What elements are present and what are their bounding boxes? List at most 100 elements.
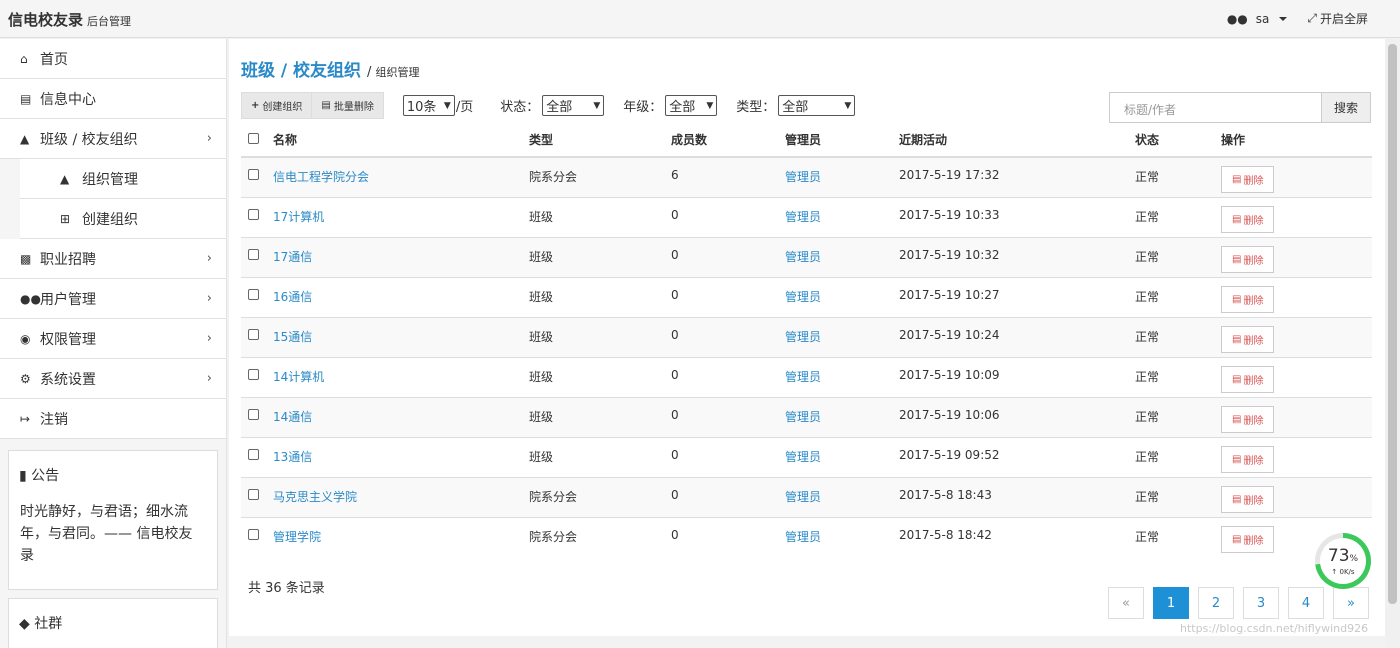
fullscreen-button[interactable]: ⤢ 开启全屏 xyxy=(1307,10,1368,27)
sidebar-item-recruit[interactable]: ▩ 职业招聘 › xyxy=(0,239,226,279)
cogs-icon: ⚙ xyxy=(20,371,31,386)
delete-button[interactable]: ▤ 删除 xyxy=(1221,245,1275,273)
row-checkbox[interactable] xyxy=(248,368,259,380)
breadcrumb: 班级 / 校友组织 / 组织管理 xyxy=(241,61,420,81)
row-checkbox[interactable] xyxy=(248,408,259,420)
home-icon: ⌂ xyxy=(20,51,28,66)
brand[interactable]: 信电校友录 后台管理 xyxy=(8,9,131,30)
chevron-right-icon: › xyxy=(206,131,212,146)
org-activity: 2017-5-19 10:24 xyxy=(899,316,1135,357)
org-name-link[interactable]: 马克思主义学院 xyxy=(273,490,357,504)
org-name-link[interactable]: 17计算机 xyxy=(273,210,324,224)
org-type: 班级 xyxy=(529,196,671,237)
sidebar-item-permissions[interactable]: ◉ 权限管理 › xyxy=(0,319,226,359)
sidebar-item-org-manage[interactable]: ▲ 组织管理 xyxy=(20,159,226,199)
org-members: 0 xyxy=(671,196,785,237)
caret-down-icon xyxy=(1279,16,1288,21)
admin-link[interactable]: 管理员 xyxy=(785,290,821,304)
sidebar-item-create-org[interactable]: ⊞ 创建组织 xyxy=(20,199,226,239)
org-name-link[interactable]: 信电工程学院分会 xyxy=(273,170,369,184)
grade-select[interactable]: 全部 ▼ xyxy=(665,95,718,116)
sidebar-item-class-org[interactable]: ▲ 班级 / 校友组织 › xyxy=(0,119,226,159)
delete-button[interactable]: ▤ 删除 xyxy=(1221,445,1275,473)
grade-label: 年级： xyxy=(623,100,663,115)
table-header-row: 名称 类型 成员数 管理员 近期活动 状态 操作 xyxy=(241,122,1372,158)
sidebar-item-label: 职业招聘 xyxy=(40,251,96,268)
sidebar-item-label: 用户管理 xyxy=(40,291,96,308)
row-checkbox[interactable] xyxy=(248,248,259,260)
speed-rate: ↑ 0K/s xyxy=(1331,567,1355,576)
row-checkbox[interactable] xyxy=(248,488,259,500)
page-prev[interactable]: « xyxy=(1108,587,1144,619)
org-type: 院系分会 xyxy=(529,516,671,557)
org-name-link[interactable]: 15通信 xyxy=(273,330,312,344)
delete-button[interactable]: ▤ 删除 xyxy=(1221,365,1275,393)
admin-link[interactable]: 管理员 xyxy=(785,250,821,264)
table-row: 信电工程学院分会 院系分会 6 管理员 2017-5-19 17:32 正常 ▤ 删除 xyxy=(241,156,1372,197)
chevron-right-icon: › xyxy=(206,331,212,346)
row-checkbox[interactable] xyxy=(248,528,259,540)
sidebar-item-label: 信息中心 xyxy=(40,91,96,108)
status-select[interactable]: 全部 ▼ xyxy=(542,95,605,116)
org-name-link[interactable]: 13通信 xyxy=(273,450,312,464)
row-checkbox[interactable] xyxy=(248,328,259,340)
page-4[interactable]: 4 xyxy=(1288,587,1324,619)
row-checkbox[interactable] xyxy=(248,448,259,460)
page-3[interactable]: 3 xyxy=(1243,587,1279,619)
row-checkbox[interactable] xyxy=(248,208,259,220)
column-header-actions: 操作 xyxy=(1221,122,1372,158)
admin-link[interactable]: 管理员 xyxy=(785,490,821,504)
trash-icon: ▤ xyxy=(321,100,331,111)
breadcrumb-section[interactable]: 班级 / 校友组织 xyxy=(241,61,361,81)
delete-button[interactable]: ▤ 删除 xyxy=(1221,405,1275,433)
page-2[interactable]: 2 xyxy=(1198,587,1234,619)
sidebar-item-label: 创建组织 xyxy=(82,211,138,228)
sidebar-item-settings[interactable]: ⚙ 系统设置 › xyxy=(0,359,226,399)
page-1[interactable]: 1 xyxy=(1153,587,1189,619)
column-header-type: 类型 xyxy=(529,122,671,158)
delete-button[interactable]: ▤ 删除 xyxy=(1221,285,1275,313)
search-input[interactable]: 标题/作者 xyxy=(1109,92,1322,123)
admin-link[interactable]: 管理员 xyxy=(785,530,821,544)
admin-link[interactable]: 管理员 xyxy=(785,370,821,384)
admin-link[interactable]: 管理员 xyxy=(785,410,821,424)
notice-title: ▮ 公告 xyxy=(19,468,60,484)
type-select[interactable]: 全部 ▼ xyxy=(778,95,856,116)
row-checkbox[interactable] xyxy=(248,169,259,180)
admin-link[interactable]: 管理员 xyxy=(785,450,821,464)
org-name-link[interactable]: 14计算机 xyxy=(273,370,324,384)
batch-delete-button[interactable]: ▤ 批量删除 xyxy=(312,92,384,119)
page-size-select[interactable]: 10条 ▼ xyxy=(402,95,455,116)
sidebar-item-logout[interactable]: ↦ 注销 xyxy=(0,399,226,439)
search-button[interactable]: 搜索 xyxy=(1321,92,1371,123)
users-icon: ●● xyxy=(20,291,41,306)
delete-button[interactable]: ▤ 删除 xyxy=(1221,325,1275,353)
org-name-link[interactable]: 管理学院 xyxy=(273,530,321,544)
create-org-button[interactable]: + 创建组织 xyxy=(241,92,313,119)
bank-icon: ▲ xyxy=(60,171,70,186)
sidebar-item-home[interactable]: ⌂ 首页 xyxy=(0,39,226,79)
delete-button[interactable]: ▤ 删除 xyxy=(1221,485,1275,513)
select-all-checkbox[interactable] xyxy=(248,132,259,144)
admin-link[interactable]: 管理员 xyxy=(785,210,821,224)
chevron-down-icon: ▼ xyxy=(706,100,714,111)
delete-button[interactable]: ▤ 删除 xyxy=(1221,205,1275,233)
network-speed-widget[interactable]: 73% ↑ 0K/s xyxy=(1315,533,1371,589)
delete-button[interactable]: ▤ 删除 xyxy=(1221,525,1275,553)
sidebar-item-users[interactable]: ●● 用户管理 › xyxy=(0,279,226,319)
org-name-link[interactable]: 14通信 xyxy=(273,410,312,424)
org-name-link[interactable]: 17通信 xyxy=(273,250,312,264)
row-checkbox[interactable] xyxy=(248,288,259,300)
admin-link[interactable]: 管理员 xyxy=(785,170,821,184)
breadcrumb-leaf: 组织管理 xyxy=(375,66,420,79)
org-name-link[interactable]: 16通信 xyxy=(273,290,312,304)
org-activity: 2017-5-19 10:06 xyxy=(899,396,1135,437)
sidebar-item-info-center[interactable]: ▤ 信息中心 xyxy=(0,79,226,119)
top-bar: 信电校友录 后台管理 ●● sa ⤢ 开启全屏 xyxy=(0,0,1400,38)
user-menu[interactable]: ●● sa xyxy=(1227,12,1288,26)
admin-link[interactable]: 管理员 xyxy=(785,330,821,344)
org-status: 正常 xyxy=(1135,356,1221,397)
delete-button[interactable]: ▤ 删除 xyxy=(1221,166,1275,193)
page-next[interactable]: » xyxy=(1333,587,1369,619)
scrollbar-thumb[interactable] xyxy=(1388,44,1397,604)
